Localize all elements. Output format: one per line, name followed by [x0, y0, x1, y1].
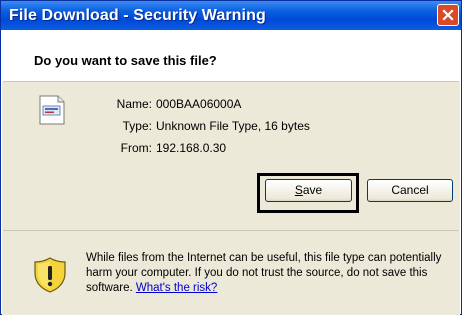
from-row: From: 192.168.0.30	[1, 141, 463, 157]
save-button[interactable]: Save	[265, 179, 352, 202]
name-value: 000BAA06000A	[156, 97, 242, 111]
save-question: Do you want to save this file?	[34, 53, 217, 68]
whats-the-risk-link[interactable]: What's the risk?	[136, 282, 217, 294]
type-label: Type:	[122, 119, 152, 133]
shield-warning-icon	[34, 257, 66, 293]
save-mnemonic: S	[294, 183, 303, 197]
save-label-rest: ave	[302, 183, 323, 197]
from-label: From:	[120, 141, 152, 155]
security-warning-dialog: File Download - Security Warning Do you …	[0, 0, 462, 315]
window-title: File Download - Security Warning	[9, 7, 266, 24]
from-value: 192.168.0.30	[156, 141, 227, 155]
name-row: Name: 000BAA06000A	[1, 97, 463, 113]
name-label: Name:	[116, 97, 152, 111]
type-row: Type: Unknown File Type, 16 bytes	[1, 119, 463, 135]
close-button[interactable]	[437, 4, 459, 26]
cancel-button[interactable]: Cancel	[367, 179, 453, 202]
close-icon	[442, 9, 454, 21]
title-bar[interactable]: File Download - Security Warning	[1, 1, 461, 30]
type-value: Unknown File Type, 16 bytes	[156, 119, 310, 133]
warning-text: While files from the Internet can be use…	[86, 251, 458, 296]
